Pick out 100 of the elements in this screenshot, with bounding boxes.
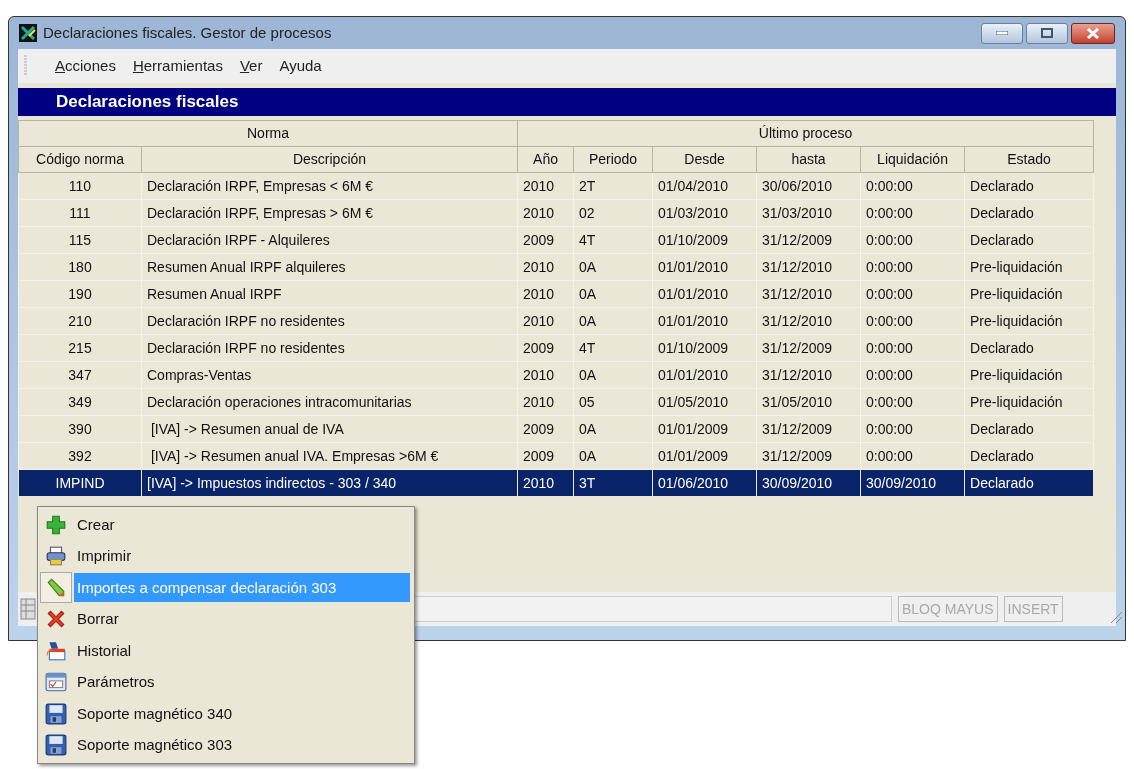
calendar-chart-icon <box>45 639 67 662</box>
resize-grip-icon <box>1109 610 1123 624</box>
status-indicator: INSERT <box>1003 596 1063 622</box>
table-cell: 31/12/2010 <box>756 253 861 281</box>
table-row[interactable]: 349 Declaración operaciones intracomunitarias 2010 05 01/05/2010 31/05/2010 0:00:00 Pre-liquidación <box>18 388 1094 416</box>
table-cell: 180 <box>18 253 142 281</box>
table-cell: 215 <box>18 334 142 362</box>
table-cell: 0A <box>573 361 653 389</box>
table-cell: 05 <box>573 388 653 416</box>
table-cell: Declaración IRPF no residentes <box>141 334 518 362</box>
table-cell: Pre-liquidación <box>964 280 1094 308</box>
table-cell: 0:00:00 <box>860 361 965 389</box>
context-menu-item[interactable]: Historial <box>74 636 410 666</box>
table-cell: 0:00:00 <box>860 172 965 200</box>
table-cell: 210 <box>18 307 142 335</box>
table-cell: Declarado <box>964 415 1094 443</box>
table-cell: 31/12/2010 <box>756 361 861 389</box>
table-cell: 31/12/2010 <box>756 307 861 335</box>
table-cell: 390 <box>18 415 142 443</box>
column-header[interactable]: Estado <box>964 146 1094 173</box>
table-row[interactable]: 180 Resumen Anual IRPF alquileres 2010 0A 01/01/2010 31/12/2010 0:00:00 Pre-liquidación <box>18 253 1094 281</box>
table-cell: 2010 <box>517 172 574 200</box>
minimize-button[interactable] <box>981 22 1023 44</box>
table-row[interactable]: 115 Declaración IRPF - Alquileres 2009 4T 01/10/2009 31/12/2009 0:00:00 Declarado <box>18 226 1094 254</box>
table-cell: Resumen Anual IRPF alquileres <box>141 253 518 281</box>
table-cell: 0A <box>573 415 653 443</box>
table-cell: 4T <box>573 334 653 362</box>
context-menu-item[interactable]: Soporte magnético 340 <box>74 699 410 729</box>
column-header[interactable]: Código norma <box>18 146 142 173</box>
grip-icon <box>24 55 27 77</box>
table-cell: 2010 <box>517 469 574 497</box>
menu-item[interactable]: Ver <box>239 54 263 78</box>
table-row[interactable]: IMPIND [IVA] -> Impuestos indirectos - 303 / 340 2010 3T 01/06/2010 30/09/2010 30/09/2010 Declarado <box>18 469 1094 497</box>
table-cell: Pre-liquidación <box>964 307 1094 335</box>
table-cell: Compras-Ventas <box>141 361 518 389</box>
table-cell: 349 <box>18 388 142 416</box>
table-cell: 0A <box>573 280 653 308</box>
table-cell: 31/12/2009 <box>756 334 861 362</box>
table-cell: 3T <box>573 469 653 497</box>
table-cell: Declarado <box>964 442 1094 470</box>
table-cell: 01/01/2010 <box>652 253 757 281</box>
column-header[interactable]: Desde <box>652 146 757 173</box>
table-cell: Resumen Anual IRPF <box>141 280 518 308</box>
table-row[interactable]: 347 Compras-Ventas 2010 0A 01/01/2010 31/12/2010 0:00:00 Pre-liquidación <box>18 361 1094 389</box>
context-menu-item[interactable]: Crear <box>74 510 410 540</box>
table-cell: 0:00:00 <box>860 388 965 416</box>
table-cell: Pre-liquidación <box>964 388 1094 416</box>
menu-item[interactable]: Ayuda <box>279 54 322 78</box>
table-cell: 115 <box>18 226 142 254</box>
table-cell: 0:00:00 <box>860 415 965 443</box>
menu-item[interactable]: Herramientas <box>132 54 223 78</box>
context-menu-item[interactable]: Parámetros <box>74 667 410 697</box>
maximize-icon <box>1041 28 1053 38</box>
table-cell: Declaración IRPF no residentes <box>141 307 518 335</box>
table-cell: 111 <box>18 199 142 227</box>
table-cell: 31/05/2010 <box>756 388 861 416</box>
table-cell: 0A <box>573 307 653 335</box>
table-row[interactable]: 390 [IVA] -> Resumen anual de IVA 2009 0A 01/01/2009 31/12/2009 0:00:00 Declarado <box>18 415 1094 443</box>
column-group-header: Último proceso <box>517 120 1094 147</box>
table-row[interactable]: 111 Declaración IRPF, Empresas > 6M € 2010 02 01/03/2010 31/03/2010 0:00:00 Declarado <box>18 199 1094 227</box>
maximize-button[interactable] <box>1026 22 1068 44</box>
table-row[interactable]: 210 Declaración IRPF no residentes 2010 0A 01/01/2010 31/12/2010 0:00:00 Pre-liquidación <box>18 307 1094 335</box>
table-row[interactable]: 190 Resumen Anual IRPF 2010 0A 01/01/2010 31/12/2010 0:00:00 Pre-liquidación <box>18 280 1094 308</box>
table-cell: 2009 <box>517 442 574 470</box>
column-header[interactable]: Periodo <box>573 146 653 173</box>
close-button[interactable] <box>1071 22 1115 44</box>
table-row[interactable]: 215 Declaración IRPF no residentes 2009 4T 01/10/2009 31/12/2009 0:00:00 Declarado <box>18 334 1094 362</box>
table-cell: Declaración IRPF, Empresas < 6M € <box>141 172 518 200</box>
table-cell: 2010 <box>517 199 574 227</box>
table-cell: 01/04/2010 <box>652 172 757 200</box>
table-cell: 0:00:00 <box>860 442 965 470</box>
plus-icon <box>45 513 67 536</box>
table-cell: 2009 <box>517 415 574 443</box>
table-cell: 01/03/2010 <box>652 199 757 227</box>
column-header[interactable]: hasta <box>756 146 861 173</box>
table-cell: 0:00:00 <box>860 334 965 362</box>
column-header[interactable]: Liquidación <box>860 146 965 173</box>
table-cell: Declarado <box>964 199 1094 227</box>
table-cell: [IVA] -> Impuestos indirectos - 303 / 340 <box>141 469 518 497</box>
table-cell: 2009 <box>517 334 574 362</box>
table-cell: 01/01/2010 <box>652 280 757 308</box>
printer-icon <box>45 545 67 568</box>
column-header[interactable]: Descripción <box>141 146 518 173</box>
context-menu-item[interactable]: Borrar <box>74 604 410 634</box>
table-cell: 30/06/2010 <box>756 172 861 200</box>
table-cell: 31/12/2010 <box>756 280 861 308</box>
menu-item[interactable]: Acciones <box>55 54 116 78</box>
table-cell: 2010 <box>517 307 574 335</box>
context-menu-item[interactable]: Imprimir <box>74 541 410 571</box>
table-cell: 2010 <box>517 280 574 308</box>
context-menu-item[interactable]: Soporte magnético 303 <box>74 730 410 760</box>
table-cell: Declaración operaciones intracomunitarias <box>141 388 518 416</box>
table-row[interactable]: 110 Declaración IRPF, Empresas < 6M € 2010 2T 01/04/2010 30/06/2010 0:00:00 Declarado <box>18 172 1094 200</box>
table-cell: Pre-liquidación <box>964 253 1094 281</box>
table-row[interactable]: 392 [IVA] -> Resumen anual IVA. Empresas >6M € 2009 0A 01/01/2009 31/12/2009 0:00:00 Declarado <box>18 442 1094 470</box>
table-cell: 110 <box>18 172 142 200</box>
table-cell: 4T <box>573 226 653 254</box>
panel-title: Declaraciones fiscales <box>18 88 1116 116</box>
table-cell: 01/01/2010 <box>652 307 757 335</box>
table-cell: Declarado <box>964 469 1094 497</box>
